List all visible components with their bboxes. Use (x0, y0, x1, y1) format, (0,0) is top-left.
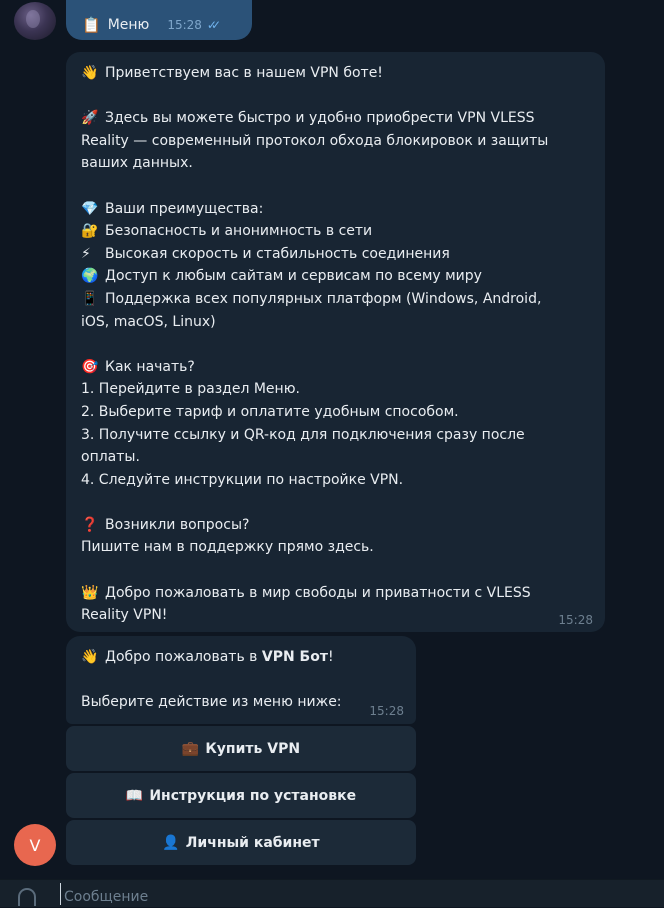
paperclip-icon[interactable] (18, 888, 36, 906)
message-line: 🌍 Доступ к любым сайтам и сервисам по все… (81, 265, 591, 288)
message-line: iOS, macOS, Linux) (81, 311, 591, 334)
line-text: Приветствуем вас в нашем VPN боте! (105, 65, 383, 81)
menu-greeting: 👋 Добро пожаловать в VPN Бот! (81, 646, 402, 669)
install-guide-button[interactable]: 📖 Инструкция по установке (66, 773, 416, 818)
message-line: 📱 Поддержка всех популярных платформ (Win… (81, 288, 591, 311)
line-text: Здесь вы можете быстро и удобно приобрес… (105, 110, 535, 127)
line-text: Reality VPN! (81, 607, 168, 624)
read-checks-icon: ✓✓ (206, 17, 221, 32)
message-input[interactable] (64, 886, 624, 908)
line-text: оплаты. (81, 449, 140, 466)
line-text: Высокая скорость и стабильность соединен… (105, 245, 450, 262)
message-line: Reality VPN! (81, 604, 591, 627)
menu-message[interactable]: 👋 Добро пожаловать в VPN Бот! Выберите де… (66, 636, 416, 724)
line-emoji-icon: 👑 (81, 584, 99, 601)
welcome-message[interactable]: 👋 Приветствуем вас в нашем VPN боте! 🚀 Здес… (66, 52, 605, 632)
message-line: ⚡ Высокая скорость и стабильность соедине… (81, 243, 591, 266)
line-emoji-icon: 👋 (81, 65, 99, 81)
clipboard-icon: 📋 (82, 15, 101, 34)
line-text: Добро пожаловать в мир свободы и приватн… (105, 584, 531, 601)
bot-name: VPN Бот (261, 649, 328, 665)
greeting-prefix: Добро пожаловать в (105, 649, 262, 665)
menu-prompt: Выберите действие из меню ниже: (81, 694, 342, 711)
outgoing-time: 15:28 (167, 17, 202, 32)
line-text: 4. Следуйте инструкции по настройке VPN. (81, 471, 404, 488)
message-line: 💎 Ваши преимущества: (81, 198, 591, 221)
line-text: iOS, macOS, Linux) (81, 313, 216, 330)
compose-bar (0, 879, 664, 908)
message-line: 🎯 Как начать? (81, 356, 591, 379)
line-emoji-icon: 🌍 (81, 268, 99, 285)
personal-account-label: Личный кабинет (185, 834, 320, 851)
line-text: Возникли вопросы? (105, 516, 250, 533)
menu-time: 15:28 (369, 704, 404, 718)
message-line: 2. Выберите тариф и оплатите удобным спо… (81, 401, 591, 424)
message-line: 4. Следуйте инструкции по настройке VPN. (81, 469, 591, 492)
line-emoji-icon: 📱 (81, 290, 99, 307)
message-line: 👋 Приветствуем вас в нашем VPN боте! (81, 62, 591, 85)
outgoing-text: Меню (107, 16, 150, 33)
text-cursor (60, 883, 61, 905)
briefcase-icon: 💼 (181, 740, 200, 757)
line-emoji-icon: 🔐 (81, 223, 99, 240)
line-text: Безопасность и анонимность в сети (105, 223, 373, 240)
line-text: ваших данных. (81, 155, 193, 172)
bot-avatar[interactable]: V (14, 824, 56, 866)
line-emoji-icon: 🚀 (81, 110, 99, 127)
message-line: Пишите нам в поддержку прямо здесь. (81, 536, 591, 559)
user-avatar[interactable] (14, 2, 56, 40)
line-emoji-icon: ❓ (81, 516, 99, 533)
line-text: Reality — современный протокол обхода бл… (81, 132, 549, 149)
line-emoji-icon: ⚡ (81, 245, 91, 262)
line-text: Как начать? (105, 358, 195, 375)
line-emoji-icon: 💎 (81, 200, 99, 217)
line-emoji-icon: 🎯 (81, 358, 99, 375)
user-icon: 👤 (162, 834, 180, 851)
wave-icon: 👋 (81, 649, 99, 665)
welcome-time: 15:28 (558, 613, 593, 627)
greeting-suffix: ! (327, 649, 334, 665)
avatar-image (26, 10, 40, 28)
personal-account-button[interactable]: 👤 Личный кабинет (66, 820, 416, 865)
buy-vpn-label: Купить VPN (205, 740, 301, 757)
message-line: оплаты. (81, 446, 591, 469)
message-line: ❓ Возникли вопросы? (81, 514, 591, 537)
buy-vpn-button[interactable]: 💼 Купить VPN (66, 726, 416, 771)
message-line: 3. Получите ссылку и QR-код для подключе… (81, 424, 591, 447)
line-text: Ваши преимущества: (105, 200, 264, 217)
line-text: 1. Перейдите в раздел Меню. (81, 381, 300, 398)
line-text: Поддержка всех популярных платформ (Wind… (105, 290, 542, 307)
message-line: ваших данных. (81, 152, 591, 175)
message-line: Reality — современный протокол обхода бл… (81, 130, 591, 153)
outgoing-message[interactable]: 📋 Меню 15:28 ✓✓ (66, 0, 252, 40)
message-line: 👑 Добро пожаловать в мир свободы и приват… (81, 582, 591, 605)
line-text: 2. Выберите тариф и оплатите удобным спо… (81, 403, 459, 420)
install-guide-label: Инструкция по установке (149, 787, 357, 804)
message-line: 🔐 Безопасность и анонимность в сети (81, 220, 591, 243)
line-text: Доступ к любым сайтам и сервисам по всем… (105, 268, 482, 285)
line-text: 3. Получите ссылку и QR-код для подключе… (81, 426, 525, 443)
book-icon: 📖 (125, 787, 144, 804)
welcome-message-body: 👋 Приветствуем вас в нашем VPN боте! 🚀 Здес… (81, 62, 591, 627)
message-line: 🚀 Здесь вы можете быстро и удобно приобре… (81, 107, 591, 130)
line-text: Пишите нам в поддержку прямо здесь. (81, 539, 374, 556)
message-line: 1. Перейдите в раздел Меню. (81, 378, 591, 401)
